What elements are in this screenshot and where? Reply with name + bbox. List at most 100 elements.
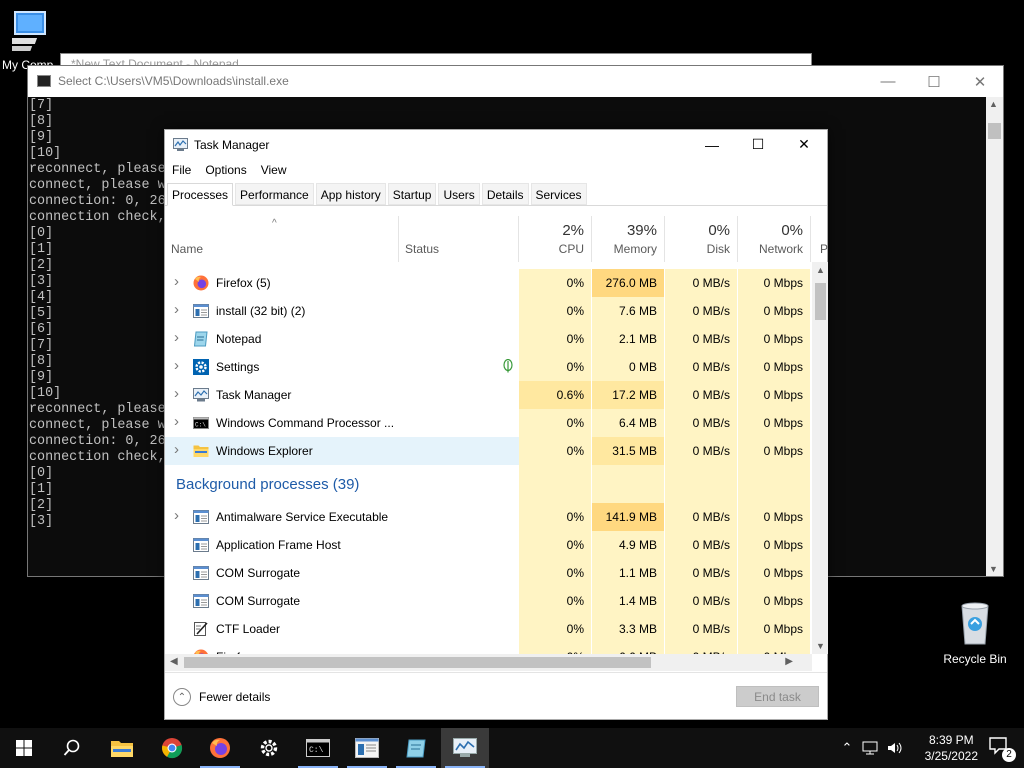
expand-chevron-icon[interactable]: › [174,413,179,430]
folder-icon [111,741,133,757]
expand-chevron-icon[interactable]: › [174,301,179,318]
action-center-button[interactable]: 2 [988,736,1016,762]
taskbar-firefox[interactable] [196,728,244,768]
my-computer-desktop-icon[interactable]: My Comp [2,8,62,72]
column-name-label: Name [171,242,204,256]
task-manager-window[interactable]: Task Manager — ☐ ✕ File Options View Pro… [164,129,828,720]
cmd-maximize-button[interactable]: ☐ [911,66,957,97]
start-button[interactable] [0,728,48,768]
chevron-up-icon[interactable]: ⌃ [836,740,858,756]
network-cell: 0 Mbps [738,503,811,531]
volume-icon[interactable] [886,740,904,756]
end-task-button[interactable]: End task [736,686,819,707]
tab-services[interactable]: Services [530,183,587,205]
process-row[interactable]: › Task Manager 0.6% 17.2 MB 0 MB/s 0 Mbps [165,381,811,409]
cmd-title-bar[interactable]: Select C:\Users\VM5\Downloads\install.ex… [28,66,1003,97]
scroll-down-arrow-icon[interactable]: ▼ [989,564,998,574]
taskbar-settings[interactable] [245,728,293,768]
expand-chevron-icon[interactable]: › [174,329,179,346]
tm-close-button[interactable]: ✕ [781,130,827,159]
process-row[interactable]: › Settings 0% 0 MB 0 MB/s 0 Mbps [165,353,811,381]
tab-app-history[interactable]: App history [315,183,386,205]
tab-performance[interactable]: Performance [235,183,314,205]
taskbar-file-explorer[interactable] [98,728,146,768]
process-list-vertical-scrollbar[interactable]: ▲ ▼ [812,262,828,654]
taskbar-notepad[interactable] [392,728,440,768]
process-row[interactable]: › Firefox (5) 0% 276.0 MB 0 MB/s 0 Mbps [165,269,811,297]
recycle-bin-desktop-icon[interactable]: Recycle Bin [940,600,1010,666]
background-processes-group-header[interactable]: Background processes (39) [165,465,811,503]
taskbar-chrome[interactable] [148,728,196,768]
disk-cell: 0 MB/s [665,559,738,587]
tab-startup[interactable]: Startup [387,183,437,205]
column-header-power[interactable]: P [811,216,831,262]
app-window-icon [193,303,209,319]
menu-view[interactable]: View [254,160,294,182]
process-row[interactable]: › C:\ Windows Command Processor ... 0% 6.4 M… [165,409,811,437]
ctf-loader-icon [193,621,209,637]
column-header-disk[interactable]: 0% Disk [665,216,738,262]
cmd-scrollbar[interactable]: ▲ ▼ [986,97,1003,576]
process-row[interactable]: CTF Loader 0% 3.3 MB 0 MB/s 0 Mbps [165,615,811,643]
process-row[interactable]: › Antimalware Service Executable 0% 141.9 M… [165,503,811,531]
app-window-icon [193,537,209,553]
taskbar-task-manager[interactable] [441,728,489,768]
column-header-cpu[interactable]: 2% CPU [519,216,592,262]
cpu-cell: 0% [519,615,592,643]
task-manager-title-bar[interactable]: Task Manager — ☐ ✕ [165,130,827,160]
column-header-network[interactable]: 0% Network [738,216,811,262]
scroll-up-arrow-icon[interactable]: ▲ [989,99,998,109]
expand-chevron-icon[interactable]: › [174,273,179,290]
process-row[interactable]: › install (32 bit) (2) 0% 7.6 MB 0 MB/s 0 Mbp… [165,297,811,325]
chrome-icon [162,738,183,759]
horizontal-scroll-thumb[interactable] [184,657,651,668]
column-disk-label: Disk [706,242,730,256]
menu-file[interactable]: File [165,160,198,182]
expand-chevron-icon[interactable]: › [174,385,179,402]
memory-cell: 7.6 MB [592,297,665,325]
memory-cell: 31.5 MB [592,437,665,465]
scroll-down-arrow-icon[interactable]: ▼ [816,641,825,651]
expand-chevron-icon[interactable]: › [174,357,179,374]
column-header-status[interactable]: Status [399,216,519,262]
expand-chevron-icon[interactable]: › [174,507,179,524]
memory-cell: 3.3 MB [592,615,665,643]
tab-details[interactable]: Details [481,183,529,205]
process-row[interactable]: › Windows Explorer 0% 31.5 MB 0 MB/s 0 Mbps [165,437,811,465]
vertical-scroll-thumb[interactable] [815,283,826,320]
tm-minimize-button[interactable]: — [689,130,735,159]
cmd-minimize-button[interactable]: — [865,66,911,97]
column-header-memory[interactable]: 39% Memory [592,216,665,262]
search-button[interactable] [48,728,96,768]
scroll-left-arrow-icon[interactable]: ◀ [170,656,178,667]
menu-options[interactable]: Options [198,160,253,182]
scroll-right-arrow-icon[interactable]: ▶ [785,656,793,667]
settings-gear-icon [193,359,209,375]
group-header-fill [738,465,811,503]
process-row[interactable]: Application Frame Host 0% 4.9 MB 0 MB/s 0 Mb… [165,531,811,559]
process-row[interactable]: COM Surrogate 0% 1.1 MB 0 MB/s 0 Mbps [165,559,811,587]
process-row[interactable]: Firefox0%6.6 MB0 MB/s0 Mbps [165,643,811,654]
taskbar-command-prompt[interactable]: C:\ [294,728,342,768]
network-icon[interactable] [862,740,880,756]
tab-processes[interactable]: Processes [167,183,234,206]
column-header-name[interactable]: ^ Name [165,216,399,262]
tab-users[interactable]: Users [438,183,480,205]
group-header-fill [592,465,665,503]
process-row[interactable]: COM Surrogate 0% 1.4 MB 0 MB/s 0 Mbps [165,587,811,615]
process-list[interactable]: › Firefox (5) 0% 276.0 MB 0 MB/s 0 Mbps › insta… [165,262,811,654]
taskbar-install-app[interactable] [343,728,391,768]
fewer-details-button[interactable]: ⌃ Fewer details [173,688,270,706]
cmd-close-button[interactable]: ✕ [957,66,1003,97]
cmd-scroll-thumb[interactable] [988,123,1001,139]
app-window-icon [193,509,209,525]
firefox-icon [210,738,230,758]
expand-chevron-icon[interactable]: › [174,441,179,458]
process-list-horizontal-scrollbar[interactable]: ◀ ▶ [165,654,812,671]
tm-maximize-button[interactable]: ☐ [735,130,781,159]
network-cell: 0 Mbps [738,297,811,325]
process-row[interactable]: › Notepad 0% 2.1 MB 0 MB/s 0 Mbps [165,325,811,353]
scroll-up-arrow-icon[interactable]: ▲ [816,265,825,275]
taskbar-clock[interactable]: 8:39 PM 3/25/2022 [925,732,978,764]
memory-cell: 276.0 MB [592,269,665,297]
